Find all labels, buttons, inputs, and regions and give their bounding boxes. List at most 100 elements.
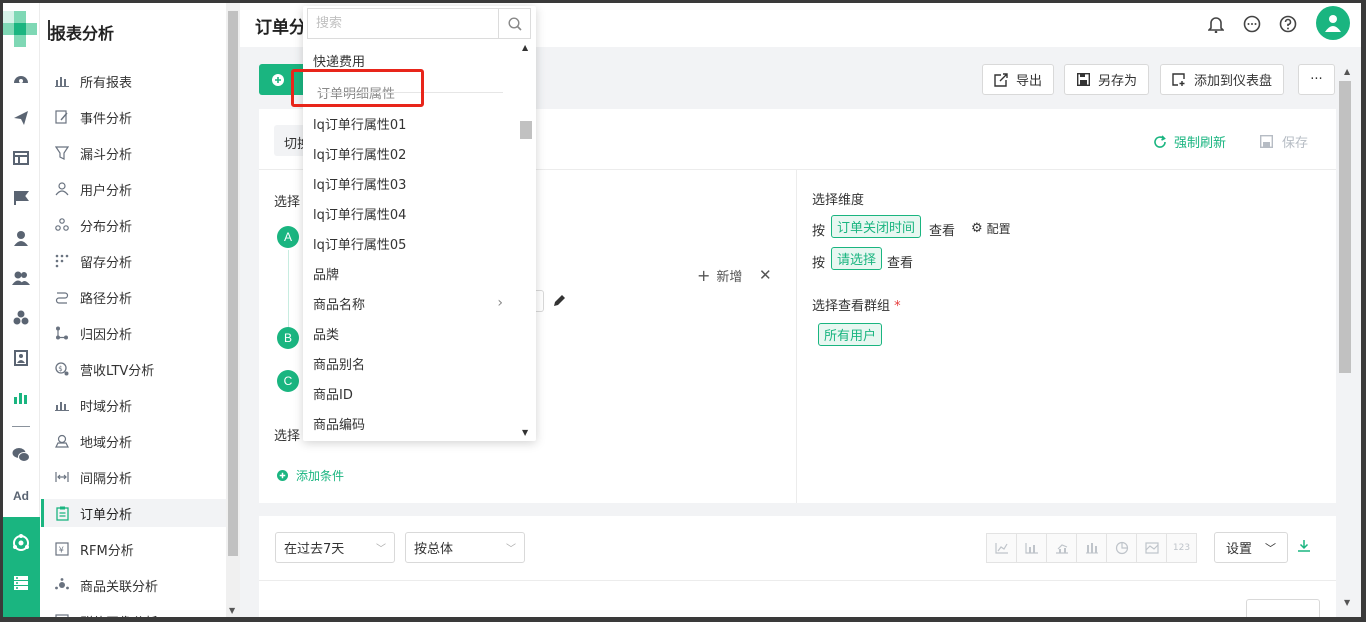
sidebar-item-3[interactable]: 用户分析	[41, 175, 226, 203]
dropdown-option[interactable]: 商品编码	[313, 412, 518, 434]
avatar[interactable]	[1316, 6, 1350, 40]
main-scrollbar[interactable]: ▲ ▼	[1337, 67, 1361, 607]
series-connector-line	[288, 250, 289, 332]
sidebar-item-0[interactable]: 所有报表	[41, 67, 226, 95]
location-icon	[53, 433, 71, 449]
aggregate-select[interactable]: 按总体 ﹀	[405, 532, 525, 563]
sidebar-item-9[interactable]: 时域分析	[41, 391, 226, 419]
sidebar-scroll-thumb[interactable]	[228, 11, 238, 556]
bell-icon[interactable]	[1206, 14, 1226, 34]
time-range-select[interactable]: 在过去7天 ﹀	[275, 532, 395, 563]
sidebar-item-7[interactable]: 归因分析	[41, 319, 226, 347]
report-chart-icon[interactable]	[11, 389, 31, 407]
chevron-down-icon: ﹀	[376, 544, 386, 555]
portrait-icon[interactable]	[11, 349, 31, 367]
required-mark: *	[894, 299, 901, 314]
add-new-button[interactable]: + 新增	[697, 266, 742, 285]
dropdown-option[interactable]: 商品别名	[313, 352, 518, 374]
dropdown-option[interactable]: 快递费用	[313, 49, 518, 71]
sidebar-item-5[interactable]: 留存分析	[41, 247, 226, 275]
export-button[interactable]: 导出	[982, 64, 1055, 95]
search-icon	[507, 16, 522, 31]
dropdown-option[interactable]: 商品名称 ›	[313, 292, 518, 314]
sidebar-item-11[interactable]: 间隔分析	[41, 463, 226, 491]
sidebar-item-8[interactable]: $ 营收LTV分析	[41, 355, 226, 383]
combo-chart-icon[interactable]	[1046, 533, 1077, 563]
path-icon	[53, 289, 71, 305]
add-to-dashboard-button[interactable]: 添加到仪表盘	[1160, 64, 1285, 95]
aggregate-value: 按总体	[414, 542, 454, 557]
sidebar-item-2[interactable]: 漏斗分析	[41, 139, 226, 167]
series-c-badge: C	[277, 370, 299, 392]
pencil-icon[interactable]	[552, 294, 566, 308]
area-chart-icon[interactable]	[1136, 533, 1167, 563]
dropdown-option[interactable]: 品类	[313, 322, 518, 344]
cluster-icon[interactable]	[11, 309, 31, 327]
scroll-down-arrow-icon[interactable]: ▼	[229, 606, 235, 615]
dropdown-scrollbar[interactable]: ▲ ▼	[519, 41, 532, 439]
scroll-up-arrow-icon[interactable]: ▲	[522, 43, 528, 52]
user-avatar-icon	[1325, 15, 1341, 32]
message-icon[interactable]	[1242, 14, 1262, 34]
number-chart-button[interactable]: 123	[1166, 533, 1197, 563]
download-icon[interactable]	[1297, 539, 1311, 553]
partial-control[interactable]	[1246, 599, 1320, 617]
server-icon[interactable]	[11, 574, 31, 592]
scroll-up-arrow-icon[interactable]: ▲	[1344, 67, 1350, 76]
sidebar-item-4[interactable]: 分布分析	[41, 211, 226, 239]
dropdown-option[interactable]: lq订单行属性02	[313, 142, 518, 164]
layout-icon[interactable]	[11, 149, 31, 167]
add-condition-button[interactable]: 添加条件	[277, 467, 344, 484]
settings-button[interactable]: 设置 ﹀	[1214, 532, 1288, 563]
network-icon[interactable]	[11, 534, 31, 552]
dropdown-option[interactable]: 商品ID	[313, 382, 518, 404]
dropdown-option[interactable]: lq订单行属性05	[313, 232, 518, 254]
dropdown-option[interactable]: lq订单行属性03	[313, 172, 518, 194]
sidebar-item-14[interactable]: 商品关联分析	[41, 571, 226, 599]
wechat-icon[interactable]	[11, 446, 31, 464]
sidebar-item-1[interactable]: 事件分析	[41, 103, 226, 131]
help-icon[interactable]	[1278, 14, 1298, 34]
person-icon[interactable]	[11, 229, 31, 247]
save-as-button[interactable]: 另存为	[1064, 64, 1150, 95]
stacked-bar-icon[interactable]	[1076, 533, 1107, 563]
dropdown-option-label: lq订单行属性01	[313, 117, 407, 133]
bar-chart-icon[interactable]	[1016, 533, 1047, 563]
clipboard-icon	[53, 505, 71, 521]
sidebar-item-6[interactable]: 路径分析	[41, 283, 226, 311]
time-range-value: 在过去7天	[284, 542, 345, 557]
search-button[interactable]	[498, 9, 530, 38]
dropdown-option[interactable]: lq订单行属性04	[313, 202, 518, 224]
config-button[interactable]: ⚙ 配置	[971, 220, 1011, 237]
send-icon[interactable]	[11, 109, 31, 127]
main-scroll-thumb[interactable]	[1339, 81, 1351, 373]
sidebar-item-13[interactable]: ¥ RFM分析	[41, 535, 226, 563]
save-button[interactable]: 保存	[1260, 132, 1308, 151]
group-title: 选择查看群组 *	[812, 295, 901, 314]
sidebar-item-10[interactable]: 地域分析	[41, 427, 226, 455]
ad-icon[interactable]: Ad	[11, 487, 31, 505]
close-icon[interactable]: ✕	[759, 266, 772, 284]
dimension-tag-close-time[interactable]: 订单关闭时间	[831, 215, 922, 238]
property-input[interactable]	[536, 290, 544, 312]
group-icon[interactable]	[11, 269, 31, 287]
group-tag-all-users[interactable]: 所有用户	[818, 323, 883, 346]
sidebar-scrollbar[interactable]: ▼	[226, 3, 240, 617]
search-input[interactable]	[308, 9, 498, 38]
dashboard-gauge-icon[interactable]	[11, 69, 31, 87]
flag-icon[interactable]	[11, 189, 31, 207]
dropdown-option[interactable]: 品牌	[313, 262, 518, 284]
plus-icon: +	[697, 266, 711, 285]
sidebar-item-15[interactable]: 群体画像分析	[41, 607, 226, 617]
dropdown-option-label: 商品ID	[313, 387, 353, 403]
dropdown-option[interactable]: lq订单行属性01	[313, 112, 518, 134]
force-refresh-button[interactable]: 强制刷新	[1153, 132, 1226, 151]
scroll-down-arrow-icon[interactable]: ▼	[522, 428, 528, 437]
scroll-down-arrow-icon[interactable]: ▼	[1344, 598, 1350, 607]
line-chart-icon[interactable]	[986, 533, 1017, 563]
dimension-tag-select[interactable]: 请选择	[831, 247, 883, 270]
dropdown-scroll-thumb[interactable]	[520, 121, 532, 139]
sidebar-item-12[interactable]: 订单分析	[41, 499, 226, 527]
pie-chart-icon[interactable]	[1106, 533, 1137, 563]
more-button[interactable]: ···	[1298, 64, 1335, 95]
